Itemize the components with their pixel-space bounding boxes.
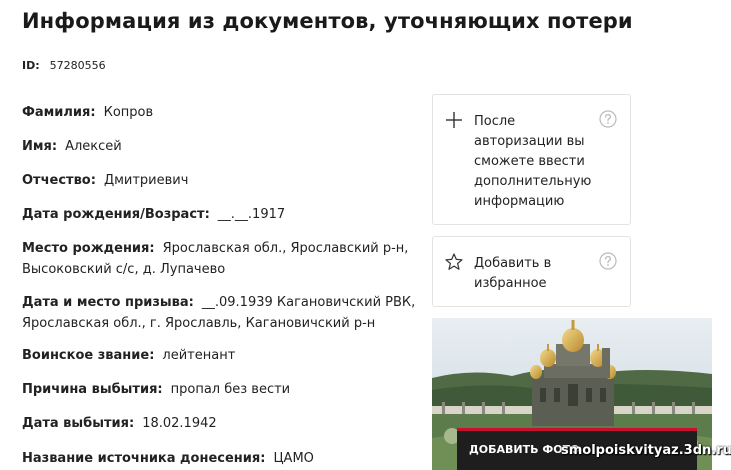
field-label: Воинское звание bbox=[22, 348, 154, 363]
page-title: Информация из документов, уточняющих пот… bbox=[22, 9, 633, 33]
field-birth-date: Дата рождения/Возраст __.__.1917 bbox=[22, 204, 432, 225]
field-rank: Воинское звание лейтенант bbox=[22, 345, 432, 366]
field-value: 18.02.1942 bbox=[142, 416, 217, 431]
add-to-favorites-text: Добавить в избранное bbox=[474, 256, 552, 291]
field-label: Название источника донесения bbox=[22, 451, 265, 466]
field-label: Причина выбытия bbox=[22, 382, 163, 397]
field-surname: Фамилия Копров bbox=[22, 102, 432, 123]
top-rule bbox=[0, 0, 731, 1]
field-value: Алексей bbox=[65, 139, 122, 154]
field-conscription: Дата и место призыва__.09.1939 Каганович… bbox=[22, 292, 432, 334]
field-value: Копров bbox=[103, 105, 154, 120]
record-id-value: 57280556 bbox=[49, 59, 106, 72]
star-outline-icon bbox=[444, 252, 464, 272]
field-birth-place: Место рожденияЯрославская обл., Ярославс… bbox=[22, 238, 432, 280]
field-value: пропал без вести bbox=[170, 382, 291, 397]
auth-info-card[interactable]: После авторизации вы сможете ввести допо… bbox=[432, 94, 631, 225]
field-source: Название источника донесения ЦАМО bbox=[22, 448, 432, 469]
field-reason: Причина выбытия пропал без вести bbox=[22, 379, 432, 400]
field-label: Дата и место призыва bbox=[22, 295, 194, 310]
field-label: Дата выбытия bbox=[22, 416, 134, 431]
field-value: ЦАМО bbox=[273, 451, 314, 466]
field-value: __.__.1917 bbox=[217, 207, 286, 222]
field-loss-date: Дата выбытия 18.02.1942 bbox=[22, 413, 432, 434]
field-patronymic: Отчество Дмитриевич bbox=[22, 170, 432, 191]
add-to-favorites-card[interactable]: Добавить в избранное bbox=[432, 236, 631, 307]
question-circle-icon[interactable] bbox=[599, 110, 617, 128]
field-first-name: Имя Алексей bbox=[22, 136, 432, 157]
question-circle-icon[interactable] bbox=[599, 252, 617, 270]
record-id-label: ID: bbox=[22, 59, 40, 72]
site-watermark: smolpoiskvityaz.3dn.ru bbox=[561, 443, 731, 458]
field-label: Дата рождения/Возраст bbox=[22, 207, 210, 222]
field-value: лейтенант bbox=[162, 348, 236, 363]
plus-icon bbox=[444, 110, 464, 130]
field-value: Дмитриевич bbox=[103, 173, 189, 188]
field-label: Имя bbox=[22, 139, 57, 154]
field-label: Отчество bbox=[22, 173, 96, 188]
field-label: Фамилия bbox=[22, 105, 96, 120]
auth-info-text: После авторизации вы сможете ввести допо… bbox=[474, 114, 592, 209]
field-label: Место рождения bbox=[22, 241, 155, 256]
record-id: ID: 57280556 bbox=[22, 59, 106, 72]
